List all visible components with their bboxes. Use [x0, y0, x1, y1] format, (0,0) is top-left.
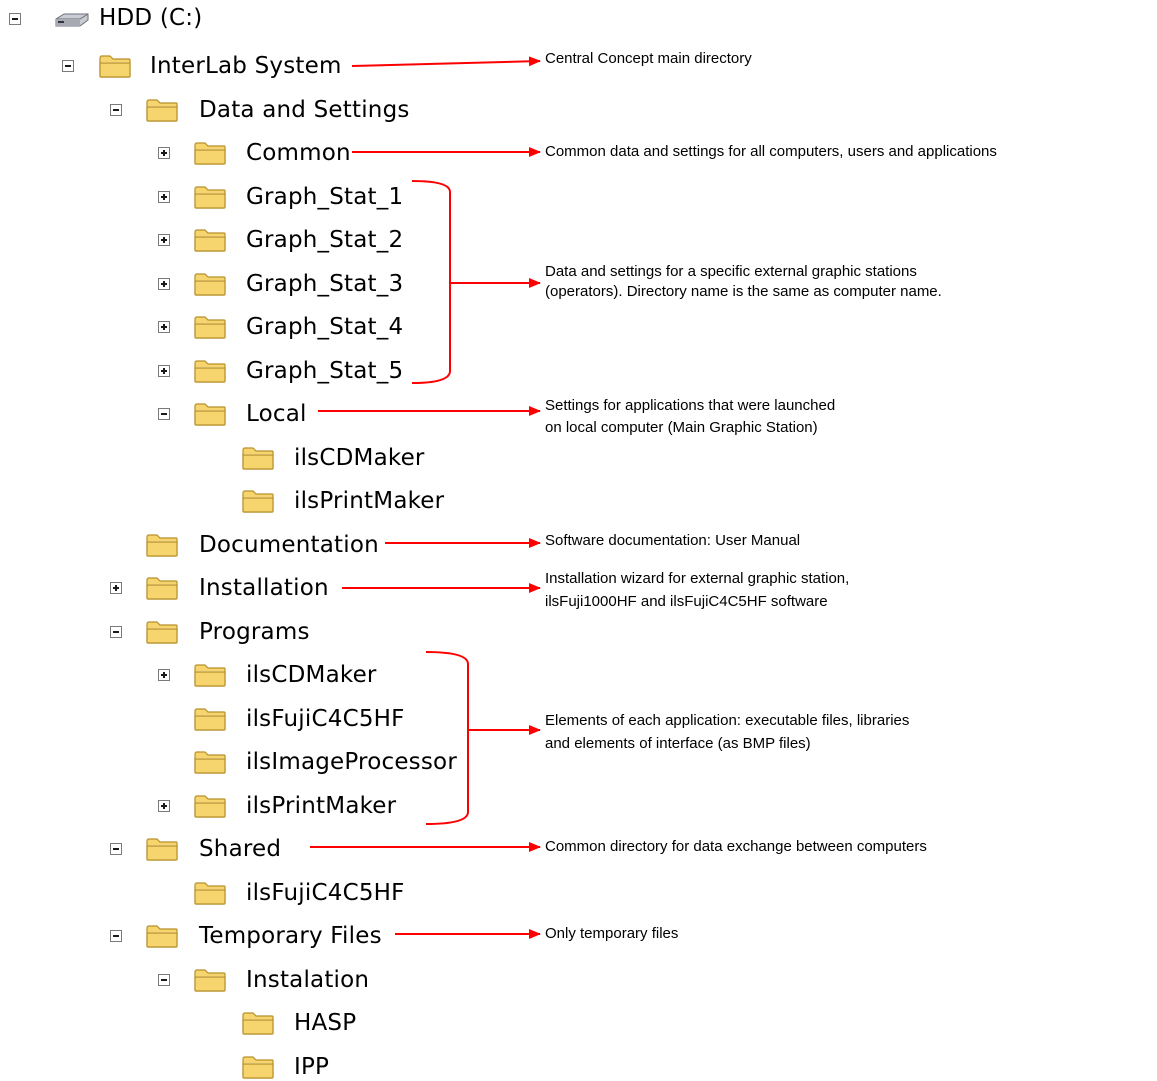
collapse-toggle-local[interactable] [158, 408, 170, 420]
collapse-toggle-temporary-files[interactable] [110, 930, 122, 942]
folder-label-data-and-settings[interactable]: Data and Settings [199, 96, 410, 124]
folder-label-ilsimageprocessor[interactable]: ilsImageProcessor [246, 748, 457, 776]
folder-label-graph-stat-4[interactable]: Graph_Stat_4 [246, 313, 403, 341]
note-common: Common data and settings for all compute… [545, 143, 997, 160]
note-graph-stations-1: Data and settings for a specific externa… [545, 263, 917, 280]
folder-icon [99, 55, 131, 78]
note-graph-stations-2: (operators). Directory name is the same … [545, 283, 942, 300]
folder-icon [146, 620, 178, 644]
folder-label-ilsprintmaker[interactable]: ilsPrintMaker [246, 792, 396, 820]
collapse-toggle-shared[interactable] [110, 843, 122, 855]
folder-label-ilsfujic4c5hf[interactable]: ilsFujiC4C5HF [246, 879, 405, 907]
bracket-programs [425, 651, 469, 825]
folder-icon [194, 664, 226, 687]
expand-toggle-graph-stat-2[interactable] [158, 234, 170, 246]
folder-label-shared[interactable]: Shared [199, 835, 281, 863]
folder-label-interlab-system[interactable]: InterLab System [150, 52, 342, 80]
folder-icon [146, 838, 178, 861]
folder-label-ilsprintmaker[interactable]: ilsPrintMaker [294, 487, 444, 515]
folder-label-ilsfujic4c5hf[interactable]: ilsFujiC4C5HF [246, 705, 405, 733]
note-programs-2: and elements of interface (as BMP files) [545, 735, 811, 752]
folder-label-common[interactable]: Common [246, 139, 351, 167]
folder-label-graph-stat-1[interactable]: Graph_Stat_1 [246, 183, 403, 211]
hard-drive-icon [55, 13, 89, 27]
folder-icon [146, 533, 178, 557]
folder-icon [146, 925, 178, 948]
expand-toggle-graph-stat-5[interactable] [158, 364, 170, 377]
folder-label-temporary-files[interactable]: Temporary Files [199, 922, 382, 950]
folder-label-graph-stat-3[interactable]: Graph_Stat_3 [246, 270, 403, 298]
expand-toggle-common[interactable] [158, 147, 170, 159]
folder-icon [242, 1055, 274, 1079]
folder-icon [194, 881, 226, 905]
folder-icon [194, 751, 226, 774]
collapse-toggle-instalation[interactable] [158, 973, 170, 986]
folder-icon [146, 577, 178, 600]
collapse-toggle-programs[interactable] [110, 625, 122, 638]
expand-toggle-graph-stat-4[interactable] [158, 321, 170, 333]
note-programs-1: Elements of each application: executable… [545, 712, 910, 729]
expand-toggle-installation[interactable] [110, 582, 122, 594]
folder-icon [242, 446, 274, 470]
folder-icon [194, 316, 226, 339]
folder-icon [242, 490, 274, 513]
note-local-1: Settings for applications that were laun… [545, 397, 836, 414]
note-temporary: Only temporary files [545, 925, 679, 942]
collapse-toggle-interlab-system[interactable] [62, 60, 74, 72]
note-main-directory: Central Concept main directory [545, 50, 752, 67]
collapse-toggle-data-and-settings[interactable] [110, 103, 122, 116]
folder-icon [146, 98, 178, 122]
folder-icon [194, 794, 226, 818]
folder-label-graph-stat-2[interactable]: Graph_Stat_2 [246, 226, 403, 254]
note-installation-2: ilsFuji1000HF and ilsFujiC4C5HF software [545, 593, 828, 610]
expand-toggle-graph-stat-3[interactable] [158, 277, 170, 290]
folder-icon [194, 142, 226, 165]
folder-label-hasp[interactable]: HASP [294, 1009, 356, 1037]
note-local-2: on local computer (Main Graphic Station) [545, 419, 818, 436]
expand-toggle-ilscdmaker[interactable] [158, 669, 170, 681]
expand-toggle-ilsprintmaker[interactable] [158, 799, 170, 812]
arrow-main-dir [351, 56, 541, 67]
folder-label-ilscdmaker[interactable]: ilsCDMaker [246, 661, 377, 689]
folder-label-graph-stat-5[interactable]: Graph_Stat_5 [246, 357, 403, 385]
drive-label[interactable]: HDD (C:) [99, 4, 202, 32]
folder-icon [194, 707, 226, 731]
folder-icon [194, 272, 226, 296]
drive-collapse-toggle[interactable] [9, 13, 21, 25]
folder-label-programs[interactable]: Programs [199, 618, 310, 646]
folder-label-ilscdmaker[interactable]: ilsCDMaker [294, 444, 425, 472]
folder-icon [194, 359, 226, 383]
folder-icon [194, 185, 226, 209]
folder-label-installation[interactable]: Installation [199, 574, 329, 602]
folder-label-ipp[interactable]: IPP [294, 1053, 329, 1081]
folder-icon [242, 1012, 274, 1035]
folder-label-documentation[interactable]: Documentation [199, 531, 379, 559]
expand-toggle-graph-stat-1[interactable] [158, 190, 170, 203]
note-documentation: Software documentation: User Manual [545, 532, 801, 549]
folder-label-local[interactable]: Local [246, 400, 307, 428]
folder-label-instalation[interactable]: Instalation [246, 966, 369, 994]
folder-icon [194, 968, 226, 992]
note-installation-1: Installation wizard for external graphic… [545, 570, 850, 587]
folder-icon [194, 229, 226, 252]
bracket-graph-stations [411, 180, 451, 384]
note-shared: Common directory for data exchange betwe… [545, 838, 927, 855]
folder-icon [194, 403, 226, 426]
